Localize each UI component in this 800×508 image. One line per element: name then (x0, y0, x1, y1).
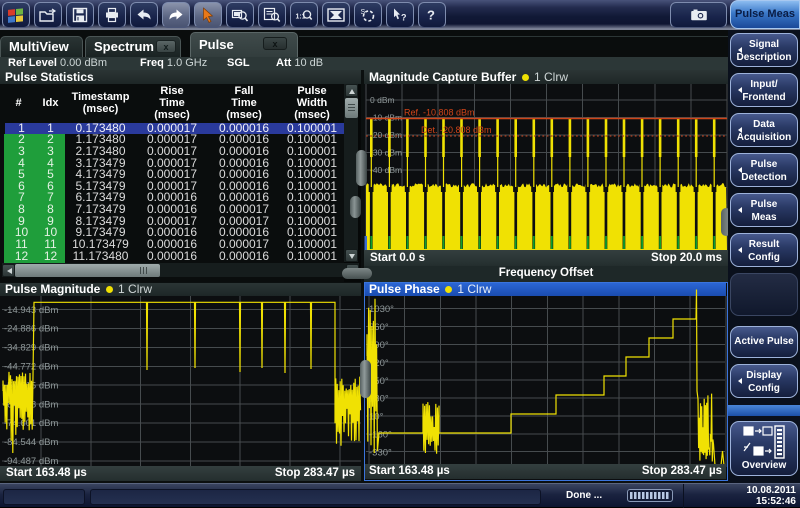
svg-text:-160°: -160° (369, 430, 392, 441)
svg-text:-10 dBm: -10 dBm (370, 113, 402, 123)
svg-text:-14.943 dBm: -14.943 dBm (4, 305, 58, 316)
svg-text:?: ? (401, 13, 407, 23)
svg-text:-34.829 dBm: -34.829 dBm (4, 343, 58, 354)
svg-text:-40 dBm: -40 dBm (370, 165, 402, 175)
svg-text:-30 dBm: -30 dBm (370, 148, 402, 158)
svg-text:-94.487 dBm: -94.487 dBm (4, 456, 58, 466)
svg-text:1030°: 1030° (369, 304, 394, 315)
svg-text:Ref. -10.808 dBm: Ref. -10.808 dBm (404, 108, 475, 118)
svg-text:-20 dBm: -20 dBm (370, 130, 402, 140)
svg-text:-44.772 dBm: -44.772 dBm (4, 362, 58, 373)
svg-text:-24.886 dBm: -24.886 dBm (4, 324, 58, 335)
svg-text:-330°: -330° (369, 447, 392, 458)
svg-text:0 dBm: 0 dBm (370, 95, 395, 105)
svg-text:Det. -20.808 dBm: Det. -20.808 dBm (421, 125, 492, 135)
svg-text:?: ? (427, 8, 435, 23)
